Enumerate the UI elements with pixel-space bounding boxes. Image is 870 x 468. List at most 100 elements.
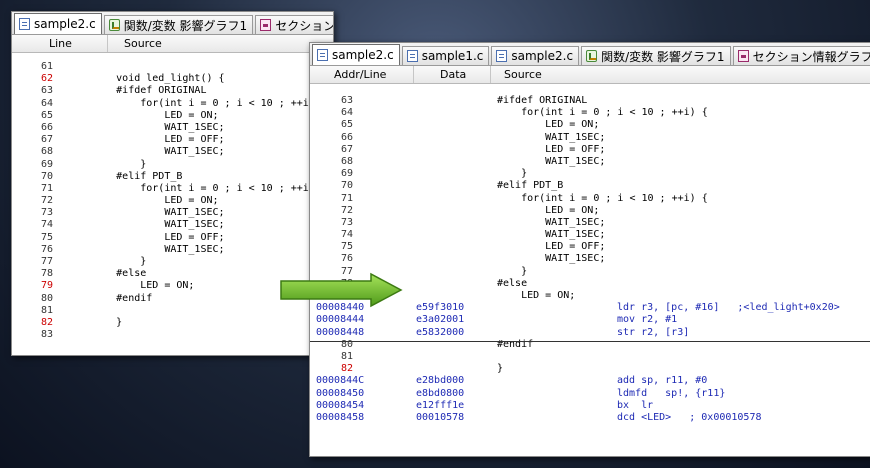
- line-number: 78: [41, 268, 54, 280]
- column-separator[interactable]: [490, 66, 491, 83]
- tab-label: 関数/変数 影響グラフ1: [123, 18, 248, 33]
- line-number: 76: [341, 253, 354, 265]
- line-number: 81: [341, 350, 354, 362]
- source-text: }: [497, 168, 528, 180]
- address: 00008448: [316, 326, 365, 338]
- tab-label: 関数/変数 影響グラフ1: [601, 49, 725, 64]
- source-line[interactable]: 67 LED = OFF;: [310, 144, 870, 156]
- line-number: 74: [41, 219, 54, 231]
- line-number: 72: [341, 204, 354, 216]
- selection-divider: [310, 341, 870, 342]
- source-line[interactable]: 63 #ifdef ORIGINAL: [310, 95, 870, 107]
- tab-sample2-c-second[interactable]: sample2.c: [491, 46, 580, 65]
- source-line[interactable]: 76 WAIT_1SEC;: [310, 253, 870, 265]
- code-line[interactable]: 68 WAIT_1SEC;: [12, 146, 333, 158]
- opcode-data: e3a02001: [416, 314, 465, 326]
- code-line[interactable]: 82 }: [12, 317, 333, 329]
- opcode-data: e59f3010: [416, 302, 465, 314]
- code-line[interactable]: 67 LED = OFF;: [12, 134, 333, 146]
- section-icon: [737, 50, 749, 62]
- source-text: WAIT_1SEC;: [497, 131, 606, 143]
- tab-sample1-c[interactable]: sample1.c: [401, 46, 490, 65]
- code-line[interactable]: 61: [12, 61, 333, 73]
- column-header-addr-line[interactable]: Addr/Line: [334, 68, 386, 81]
- tab-label: sample2.c: [511, 49, 574, 63]
- tab-function-variable-graph[interactable]: 関数/変数 影響グラフ1: [581, 46, 731, 65]
- code-line[interactable]: 70 #elif PDT_B: [12, 171, 333, 183]
- graph-icon: [108, 19, 120, 31]
- code-line[interactable]: 72 LED = ON;: [12, 195, 333, 207]
- source-text: WAIT_1SEC;: [497, 229, 606, 241]
- line-number: 71: [41, 182, 54, 194]
- code-line[interactable]: 62 void led_light() {: [12, 73, 333, 85]
- code-line[interactable]: 73 WAIT_1SEC;: [12, 207, 333, 219]
- tab-section-info-graph[interactable]: セクション情報グラフ1: [255, 15, 334, 34]
- line-number: 80: [41, 292, 54, 304]
- source-line[interactable]: 71 for(int i = 0 ; i < 10 ; ++i) {: [310, 193, 870, 205]
- source-text: LED = ON;: [68, 109, 219, 121]
- tab-label: セクション情報グラフ1: [275, 18, 334, 33]
- line-number: 83: [41, 329, 54, 341]
- source-line[interactable]: 75 LED = OFF;: [310, 241, 870, 253]
- source-line[interactable]: 72 LED = ON;: [310, 205, 870, 217]
- column-header-data[interactable]: Data: [440, 68, 466, 81]
- code-line[interactable]: 76 WAIT_1SEC;: [12, 244, 333, 256]
- line-number: 67: [341, 143, 354, 155]
- column-separator[interactable]: [107, 35, 108, 52]
- code-line[interactable]: 66 WAIT_1SEC;: [12, 122, 333, 134]
- code-line[interactable]: 63 #ifdef ORIGINAL: [12, 85, 333, 97]
- code-line[interactable]: 65 LED = ON;: [12, 110, 333, 122]
- column-header-line[interactable]: Line: [49, 37, 72, 50]
- source-text: LED = OFF;: [497, 143, 606, 155]
- source-line[interactable]: 68 WAIT_1SEC;: [310, 156, 870, 168]
- line-number: 65: [41, 109, 54, 121]
- source-line[interactable]: 70 #elif PDT_B: [310, 180, 870, 192]
- source-line[interactable]: 82}: [310, 363, 870, 375]
- column-separator[interactable]: [413, 66, 414, 83]
- column-header-source[interactable]: Source: [124, 37, 162, 50]
- file-icon: [496, 50, 508, 62]
- address: 00008458: [316, 411, 365, 423]
- assembly-line[interactable]: 00008448 e5832000 str r2, [r3]: [310, 327, 870, 339]
- assembly-line[interactable]: 00008444 e3a02001 mov r2, #1: [310, 314, 870, 326]
- arrow-right-icon: [280, 272, 403, 308]
- source-text: WAIT_1SEC;: [68, 121, 225, 133]
- source-text: LED = OFF;: [68, 231, 225, 243]
- source-text: WAIT_1SEC;: [68, 146, 225, 158]
- opcode-data: 00010578: [416, 411, 465, 423]
- source-text: for(int i = 0 ; i < 10 ; ++i) {: [497, 107, 708, 119]
- source-line[interactable]: 66 WAIT_1SEC;: [310, 132, 870, 144]
- source-line[interactable]: 73 WAIT_1SEC;: [310, 217, 870, 229]
- source-line[interactable]: 81: [310, 351, 870, 363]
- tab-function-variable-graph[interactable]: 関数/変数 影響グラフ1: [103, 15, 254, 34]
- address: 0000844C: [316, 375, 365, 387]
- code-line[interactable]: 75 LED = OFF;: [12, 232, 333, 244]
- source-line[interactable]: 74 WAIT_1SEC;: [310, 229, 870, 241]
- assembly-line[interactable]: 0000844C e28bd000 add sp, r11, #0: [310, 375, 870, 387]
- assembly-line[interactable]: 00008450 e8bd0800 ldmfd sp!, {r11}: [310, 388, 870, 400]
- tab-section-info-graph[interactable]: セクション情報グラフ1: [732, 46, 870, 65]
- column-header-source[interactable]: Source: [504, 68, 542, 81]
- file-icon: [406, 50, 418, 62]
- line-number: 82: [41, 316, 54, 328]
- assembly-line[interactable]: 00008454 e12fff1e bx lr: [310, 400, 870, 412]
- code-line[interactable]: 74 WAIT_1SEC;: [12, 219, 333, 231]
- code-line[interactable]: 64 for(int i = 0 ; i < 10 ; ++i) {: [12, 98, 333, 110]
- opcode-data: e12fff1e: [416, 399, 465, 411]
- source-text: LED = OFF;: [68, 134, 225, 146]
- assembly-text: ldmfd sp!, {r11}: [617, 387, 726, 399]
- source-line[interactable]: 64 for(int i = 0 ; i < 10 ; ++i) {: [310, 107, 870, 119]
- code-line[interactable]: 77 }: [12, 256, 333, 268]
- assembly-line[interactable]: 00008458 00010578 dcd <LED> ; 0x00010578: [310, 412, 870, 424]
- code-line[interactable]: 71 for(int i = 0 ; i < 10 ; ++i) {: [12, 183, 333, 195]
- source-line[interactable]: 65 LED = ON;: [310, 119, 870, 131]
- tab-sample2-c[interactable]: sample2.c: [14, 13, 102, 34]
- source-line[interactable]: 69 }: [310, 168, 870, 180]
- address: 00008444: [316, 314, 365, 326]
- line-number: 65: [341, 119, 354, 131]
- code-line[interactable]: 83: [12, 329, 333, 341]
- source-text: void led_light() {: [68, 73, 225, 85]
- line-number: 69: [341, 168, 354, 180]
- tab-sample2-c[interactable]: sample2.c: [312, 44, 400, 65]
- code-line[interactable]: 69 }: [12, 159, 333, 171]
